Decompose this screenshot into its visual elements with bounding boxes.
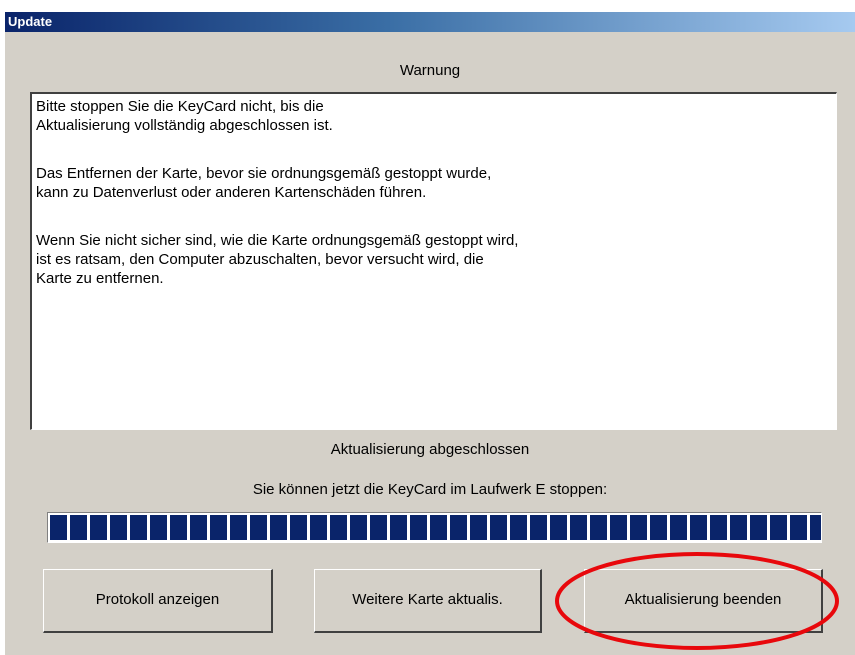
warning-paragraph: Bitte stoppen Sie die KeyCard nicht, bis… [36,98,333,134]
warning-paragraph: Wenn Sie nicht sicher sind, wie die Kart… [36,232,519,287]
update-next-card-button[interactable]: Weitere Karte aktualis. [314,569,542,633]
title-bar[interactable]: Update [5,12,855,32]
progress-fill [50,515,821,540]
warning-message-box: Bitte stoppen Sie die KeyCard nicht, bis… [30,92,837,430]
update-dialog: Update Warnung Bitte stoppen Sie die Key… [5,12,855,655]
window-title: Update [8,14,53,29]
show-protocol-button[interactable]: Protokoll anzeigen [43,569,273,633]
warning-heading: Warnung [399,62,461,79]
stop-instruction-text: Sie können jetzt die KeyCard im Laufwerk… [252,481,608,498]
warning-paragraph: Das Entfernen der Karte, bevor sie ordnu… [36,165,492,201]
update-progress-bar [47,512,822,543]
update-status-text: Aktualisierung abgeschlossen [330,441,530,458]
finish-update-button[interactable]: Aktualisierung beenden [584,569,823,633]
